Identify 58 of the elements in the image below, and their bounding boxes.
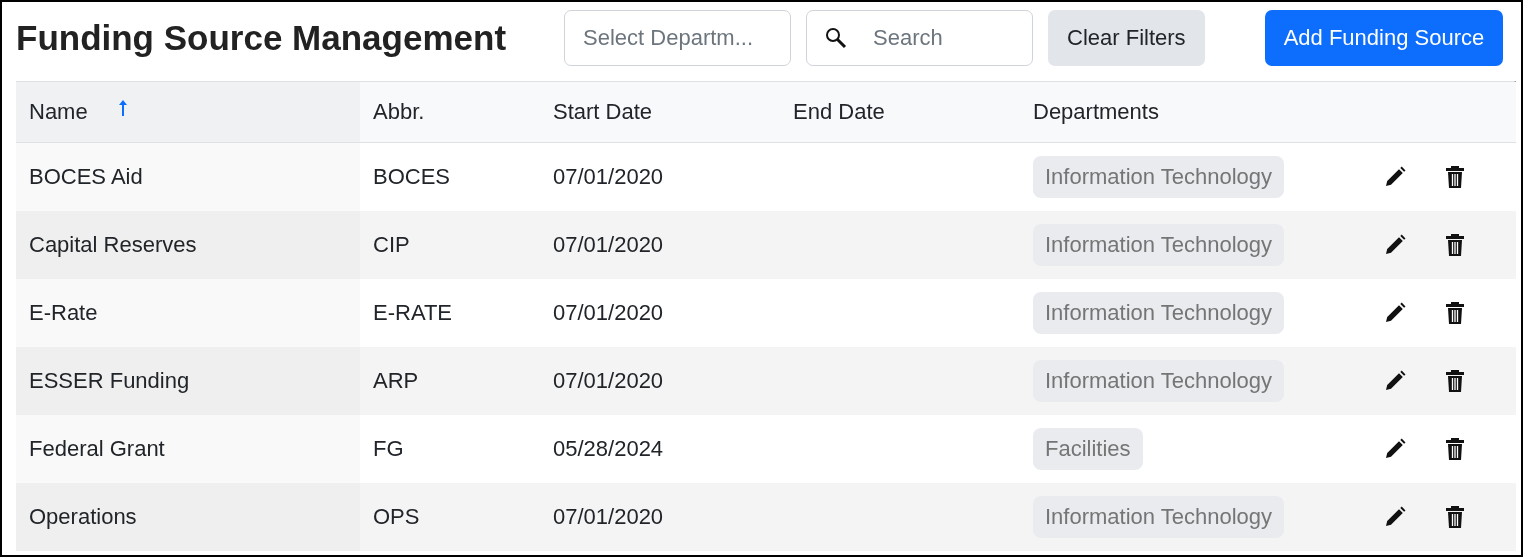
- table-cell: ARP: [360, 347, 540, 415]
- clear-filters-button[interactable]: Clear Filters: [1048, 10, 1205, 66]
- edit-button[interactable]: [1383, 505, 1407, 529]
- column-label: Departments: [1033, 99, 1159, 125]
- delete-button[interactable]: [1445, 437, 1465, 461]
- department-tag: Facilities: [1033, 428, 1143, 470]
- delete-button[interactable]: [1445, 369, 1465, 393]
- trash-icon: [1445, 437, 1465, 461]
- column-header[interactable]: Abbr.: [360, 82, 540, 143]
- table-cell: 07/01/2020: [540, 347, 780, 415]
- column-header[interactable]: End Date: [780, 82, 1020, 143]
- edit-button[interactable]: [1383, 369, 1407, 393]
- column-label: End Date: [793, 99, 885, 125]
- department-tag: Information Technology: [1033, 224, 1285, 266]
- department-tag: Information Technology: [1033, 156, 1285, 198]
- pencil-icon: [1383, 437, 1407, 461]
- edit-button[interactable]: [1383, 233, 1407, 257]
- table-cell: BOCES Aid: [16, 143, 360, 211]
- trash-icon: [1445, 233, 1465, 257]
- department-select[interactable]: Select Departm...: [564, 10, 792, 66]
- search-field[interactable]: Search: [806, 10, 1034, 66]
- column-label: Abbr.: [373, 99, 425, 125]
- table-cell: CIP: [360, 211, 540, 279]
- delete-button[interactable]: [1445, 233, 1465, 257]
- column-label: Name: [29, 99, 88, 125]
- search-icon: [825, 27, 848, 49]
- pencil-icon: [1383, 369, 1407, 393]
- table-cell: Operations: [16, 483, 360, 551]
- trash-icon: [1445, 165, 1465, 189]
- delete-button[interactable]: [1445, 301, 1465, 325]
- department-tag: Information Technology: [1033, 496, 1285, 538]
- table-cell: 07/01/2020: [540, 483, 780, 551]
- edit-button[interactable]: [1383, 437, 1407, 461]
- column-header[interactable]: Start Date: [540, 82, 780, 143]
- department-tag: Information Technology: [1033, 360, 1285, 402]
- pencil-icon: [1383, 233, 1407, 257]
- table-cell: 07/01/2020: [540, 211, 780, 279]
- edit-button[interactable]: [1383, 301, 1407, 325]
- table-cell: Federal Grant: [16, 415, 360, 483]
- trash-icon: [1445, 369, 1465, 393]
- trash-icon: [1445, 505, 1465, 529]
- pencil-icon: [1383, 505, 1407, 529]
- edit-button[interactable]: [1383, 165, 1407, 189]
- delete-button[interactable]: [1445, 505, 1465, 529]
- pencil-icon: [1383, 301, 1407, 325]
- add-funding-source-button[interactable]: Add Funding Source: [1264, 10, 1504, 66]
- column-header[interactable]: Departments: [1020, 82, 1350, 143]
- department-tag: Information Technology: [1033, 292, 1285, 334]
- page-title: Funding Source Management: [16, 18, 507, 58]
- column-label: Start Date: [553, 99, 653, 125]
- column-header[interactable]: Name: [16, 82, 360, 143]
- trash-icon: [1445, 301, 1465, 325]
- table-cell: ESSER Funding: [16, 347, 360, 415]
- pencil-icon: [1383, 165, 1407, 189]
- table-cell: Capital Reserves: [16, 211, 360, 279]
- delete-button[interactable]: [1445, 165, 1465, 189]
- table-cell: OPS: [360, 483, 540, 551]
- table-cell: E-Rate: [16, 279, 360, 347]
